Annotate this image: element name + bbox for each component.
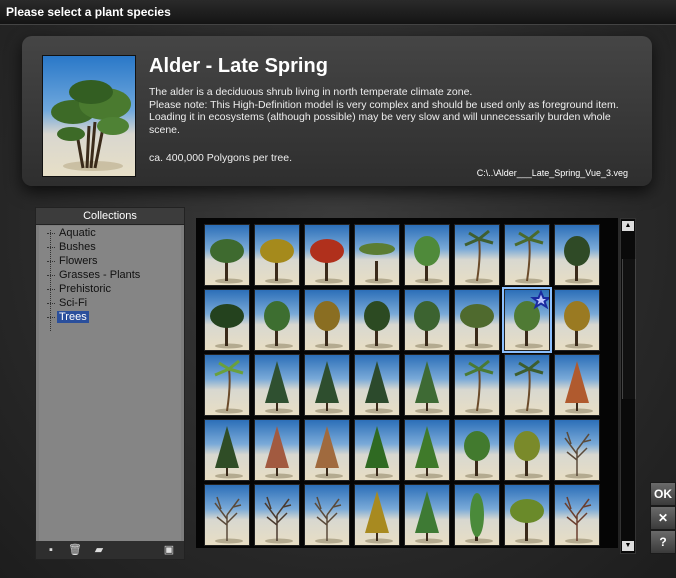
plant-thumbnail[interactable] [554, 484, 600, 546]
plant-thumbnail[interactable] [304, 419, 350, 481]
window-title: Please select a plant species [6, 5, 171, 19]
plant-thumbnail-grid [196, 218, 618, 548]
browse-icon[interactable]: ▣ [162, 543, 176, 557]
collection-item-sci-fi[interactable]: Sci-Fi [39, 296, 181, 310]
polygon-count: ca. 400,000 Polygons per tree. [149, 152, 293, 164]
plant-thumbnail[interactable] [504, 419, 550, 481]
collection-label: Grasses - Plants [59, 269, 141, 281]
plant-preview-image [42, 55, 136, 177]
plant-thumbnail[interactable] [504, 354, 550, 416]
plant-thumbnail[interactable] [304, 224, 350, 286]
collection-label: Flowers [59, 255, 98, 267]
collections-tree: Aquatic Bushes Flowers Grasses - Plants … [39, 226, 181, 541]
plant-thumbnail[interactable] [354, 224, 400, 286]
open-folder-icon[interactable]: ▰ [92, 543, 106, 557]
help-button[interactable]: ? [650, 530, 676, 554]
plant-thumbnail[interactable] [304, 289, 350, 351]
description-line: The alder is a deciduous shrub living in… [149, 86, 473, 98]
plant-thumbnail[interactable] [404, 289, 450, 351]
plant-thumbnail[interactable] [304, 354, 350, 416]
file-path: C:\..\Alder___Late_Spring_Vue_3.veg [476, 168, 628, 178]
plant-thumbnail[interactable] [404, 419, 450, 481]
plant-thumbnail[interactable] [354, 419, 400, 481]
plant-thumbnail[interactable] [354, 354, 400, 416]
collection-item-flowers[interactable]: Flowers [39, 254, 181, 268]
plant-thumbnail[interactable] [204, 354, 250, 416]
description-note: Please note: This High-Definition model … [149, 98, 619, 136]
cancel-button[interactable]: ✕ [650, 506, 676, 530]
plant-thumbnail[interactable] [404, 224, 450, 286]
plant-thumbnail[interactable] [554, 354, 600, 416]
plant-thumbnail[interactable] [454, 484, 500, 546]
plant-thumbnail[interactable] [404, 354, 450, 416]
collection-label: Bushes [59, 241, 96, 253]
new-collection-icon[interactable]: ▪ [44, 543, 58, 557]
collection-item-prehistoric[interactable]: Prehistoric [39, 282, 181, 296]
plant-thumbnail[interactable] [304, 484, 350, 546]
collection-item-aquatic[interactable]: Aquatic [39, 226, 181, 240]
plant-thumbnail[interactable] [454, 289, 500, 351]
plant-thumbnail[interactable] [554, 419, 600, 481]
plant-thumbnail[interactable] [554, 289, 600, 351]
ok-button[interactable]: OK [650, 482, 676, 506]
collections-toolbar: ▪ 🗑 ▰ ▣ [36, 541, 184, 559]
plant-thumbnail[interactable] [204, 484, 250, 546]
grid-scrollbar[interactable]: ▲ ▼ [620, 218, 636, 554]
plant-thumbnail[interactable] [204, 224, 250, 286]
collection-item-bushes[interactable]: Bushes [39, 240, 181, 254]
plant-thumbnail[interactable] [454, 224, 500, 286]
collection-label: Sci-Fi [59, 297, 88, 309]
plant-thumbnail[interactable] [502, 287, 552, 353]
plant-thumbnail[interactable] [254, 484, 300, 546]
plant-thumbnail[interactable] [254, 224, 300, 286]
collection-item-grasses-plants[interactable]: Grasses - Plants [39, 268, 181, 282]
scroll-down-button[interactable]: ▼ [622, 541, 634, 551]
collection-label: Aquatic [59, 227, 96, 239]
collection-item-trees[interactable]: Trees [39, 310, 181, 324]
plant-thumbnail[interactable] [504, 224, 550, 286]
plant-info-panel: Alder - Late Spring The alder is a decid… [22, 36, 652, 186]
plant-thumbnail[interactable] [404, 484, 450, 546]
plant-thumbnail[interactable] [504, 484, 550, 546]
plant-thumbnail[interactable] [254, 419, 300, 481]
plant-thumbnail[interactable] [554, 224, 600, 286]
plant-thumbnail[interactable] [204, 289, 250, 351]
collections-header: Collections [36, 208, 184, 225]
plant-thumbnail[interactable] [454, 354, 500, 416]
plant-title: Alder - Late Spring [149, 55, 328, 77]
scroll-up-button[interactable]: ▲ [622, 221, 634, 231]
collection-label: Trees [57, 311, 89, 323]
plant-thumbnail[interactable] [354, 289, 400, 351]
plant-description: The alder is a deciduous shrub living in… [149, 86, 629, 136]
plant-thumbnail[interactable] [254, 354, 300, 416]
plant-selection-dialog: Please select a plant species Alder - La… [0, 0, 676, 578]
plant-thumbnail[interactable] [454, 419, 500, 481]
collection-label: Prehistoric [59, 283, 111, 295]
plant-thumbnail[interactable] [254, 289, 300, 351]
title-bar: Please select a plant species [0, 0, 676, 25]
scroll-thumb[interactable] [622, 259, 636, 399]
collections-panel: Collections Aquatic Bushes Flowers Grass… [35, 207, 185, 560]
delete-icon[interactable]: 🗑 [68, 543, 82, 557]
plant-thumbnail[interactable] [354, 484, 400, 546]
plant-thumbnail[interactable] [204, 419, 250, 481]
